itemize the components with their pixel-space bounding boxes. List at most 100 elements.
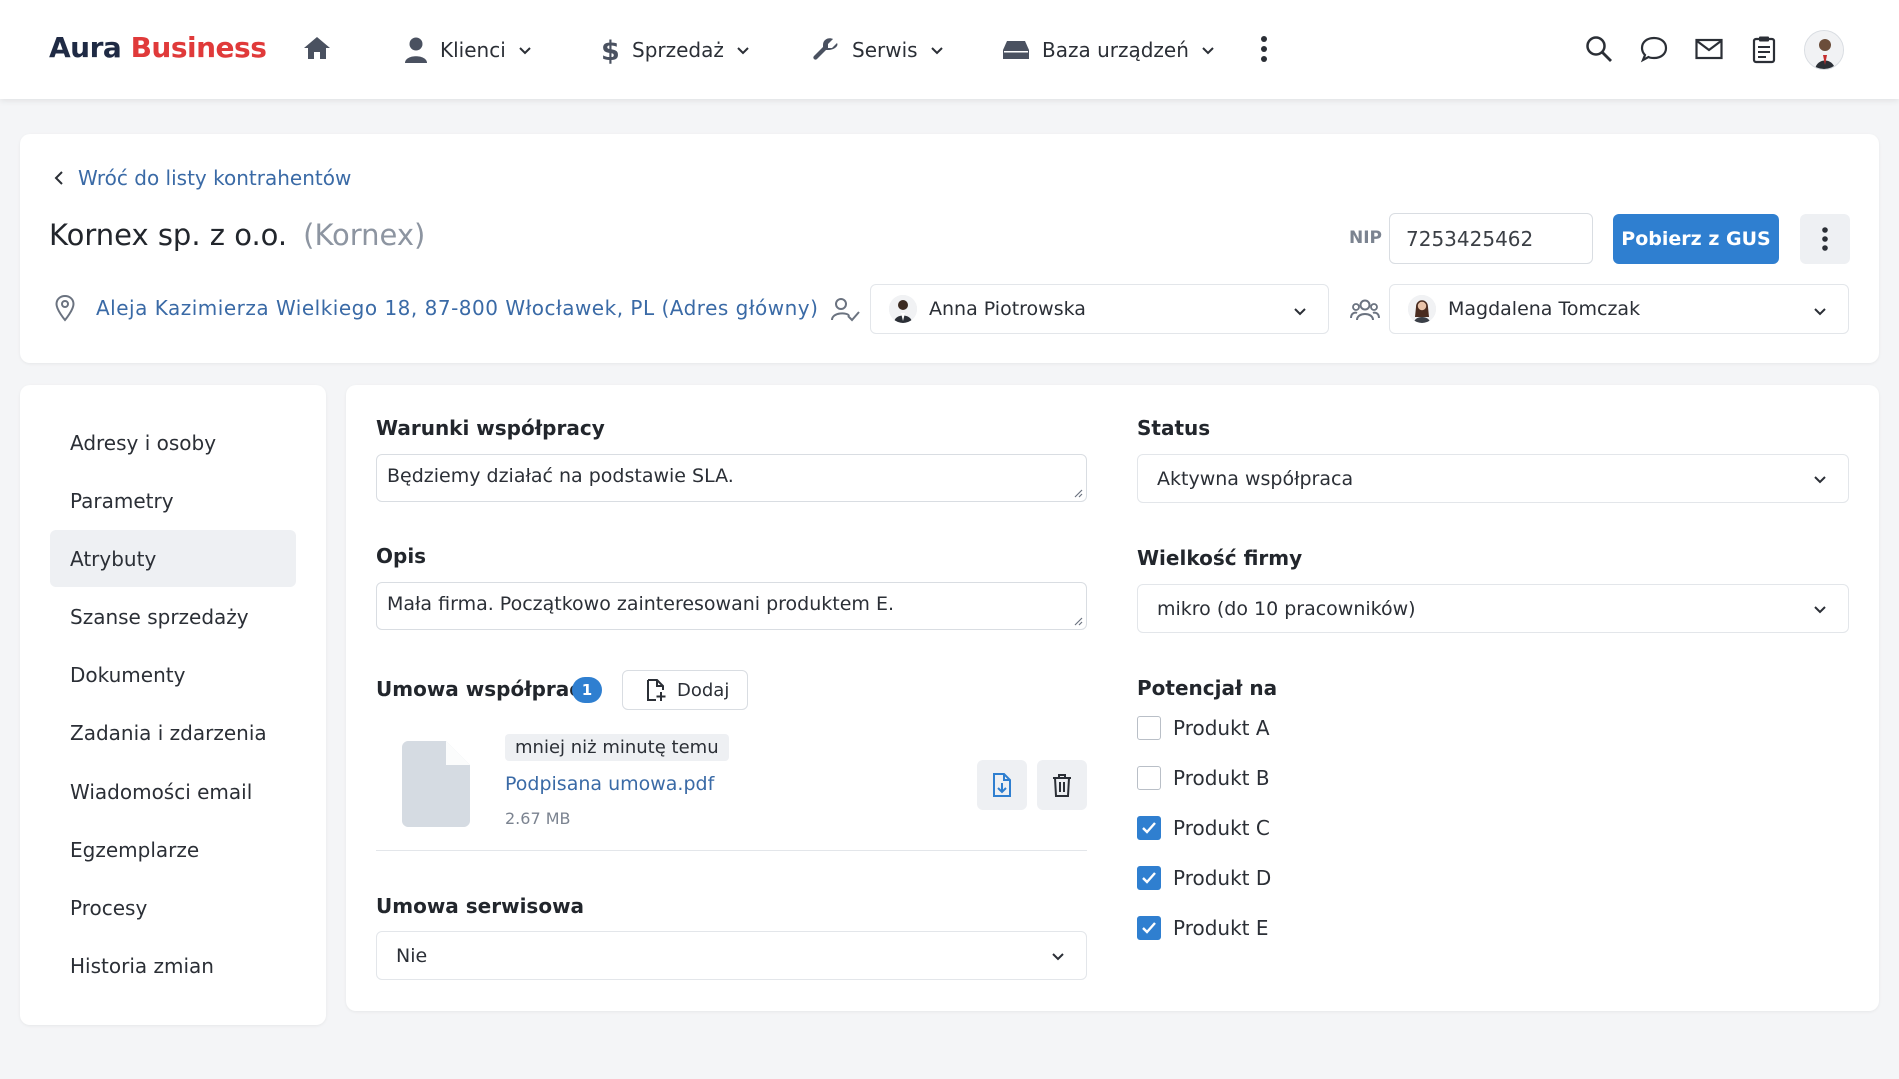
- chevron-down-icon: [518, 43, 532, 57]
- more-vertical-icon[interactable]: [1256, 34, 1272, 64]
- team-member-avatar: [1408, 295, 1436, 323]
- download-file-button[interactable]: [977, 760, 1027, 810]
- file-thumbnail-icon: [402, 741, 470, 827]
- nav-baza-urzadzen[interactable]: Baza urządzeń: [1002, 30, 1215, 70]
- checkbox[interactable]: [1137, 866, 1161, 890]
- address-text: Aleja Kazimierza Wielkiego 18, 87-800 Wł…: [96, 296, 819, 320]
- nav-klienci-label: Klienci: [440, 38, 506, 62]
- potential-product-c[interactable]: Produkt C: [1137, 816, 1270, 840]
- status-value: Aktywna współpraca: [1157, 467, 1354, 490]
- mail-icon[interactable]: [1694, 34, 1724, 64]
- dollar-icon: $: [598, 35, 620, 65]
- hard-drive-icon: [1002, 39, 1030, 61]
- checkbox-label: Produkt C: [1173, 816, 1270, 840]
- file-download-icon: [991, 772, 1013, 798]
- chat-icon[interactable]: [1639, 34, 1669, 64]
- checkbox[interactable]: [1137, 916, 1161, 940]
- company-size-value: mikro (do 10 pracowników): [1157, 597, 1416, 620]
- terms-value: Będziemy działać na podstawie SLA.: [387, 465, 734, 487]
- company-name: Kornex sp. z o.o.: [49, 218, 288, 252]
- potential-product-e[interactable]: Produkt E: [1137, 916, 1269, 940]
- add-file-button[interactable]: Dodaj: [622, 670, 749, 710]
- service-contract-value: Nie: [396, 944, 428, 967]
- file-plus-icon: [645, 678, 667, 702]
- sidebar-item-dokumenty[interactable]: Dokumenty: [50, 646, 296, 703]
- trash-icon: [1051, 773, 1073, 797]
- resize-handle-icon[interactable]: [1073, 488, 1083, 498]
- sidebar-item-szanse[interactable]: Szanse sprzedaży: [50, 588, 296, 645]
- nav-baza-label: Baza urządzeń: [1042, 38, 1189, 62]
- contract-label: Umowa współpracy: [376, 677, 595, 701]
- more-vertical-icon: [1820, 226, 1830, 252]
- checkbox-label: Produkt A: [1173, 716, 1270, 740]
- nav-serwis-label: Serwis: [852, 38, 918, 62]
- more-actions-button[interactable]: [1800, 214, 1850, 264]
- checkbox[interactable]: [1137, 716, 1161, 740]
- description-textarea[interactable]: Mała firma. Początkowo zainteresowani pr…: [376, 582, 1087, 630]
- search-icon[interactable]: [1584, 34, 1614, 64]
- sidebar-item-historia[interactable]: Historia zmian: [50, 937, 296, 994]
- home-icon[interactable]: [302, 34, 332, 62]
- potential-product-d[interactable]: Produkt D: [1137, 866, 1271, 890]
- company-size-select[interactable]: mikro (do 10 pracowników): [1137, 584, 1849, 633]
- team-member-select[interactable]: Magdalena Tomczak: [1389, 284, 1849, 334]
- resize-handle-icon[interactable]: [1073, 616, 1083, 626]
- nav-sprzedaz[interactable]: $ Sprzedaż: [598, 30, 750, 70]
- owner-select[interactable]: Anna Piotrowska: [870, 284, 1329, 334]
- file-divider: [376, 850, 1087, 851]
- checkbox-label: Produkt E: [1173, 916, 1269, 940]
- file-size: 2.67 MB: [505, 809, 571, 828]
- sidebar-item-parametry[interactable]: Parametry: [50, 472, 296, 529]
- chevron-left-icon: [54, 170, 64, 186]
- logo-text-part2: Business: [130, 31, 267, 64]
- chevron-down-icon: [1050, 948, 1066, 964]
- chevron-down-icon: [930, 43, 944, 57]
- app-logo[interactable]: Aura Business: [49, 31, 267, 64]
- team-member-name: Magdalena Tomczak: [1448, 298, 1641, 320]
- sidebar-item-egzemplarze[interactable]: Egzemplarze: [50, 821, 296, 878]
- status-select[interactable]: Aktywna współpraca: [1137, 454, 1849, 503]
- checkbox[interactable]: [1137, 816, 1161, 840]
- chevron-down-icon: [1812, 303, 1828, 319]
- delete-file-button[interactable]: [1037, 760, 1087, 810]
- checkbox[interactable]: [1137, 766, 1161, 790]
- terms-textarea[interactable]: Będziemy działać na podstawie SLA.: [376, 454, 1087, 502]
- nav-serwis[interactable]: Serwis: [812, 30, 944, 70]
- user-avatar[interactable]: [1804, 30, 1844, 70]
- location-pin-icon: [54, 294, 76, 322]
- nip-input[interactable]: 7253425462: [1389, 213, 1593, 264]
- chevron-down-icon: [1812, 471, 1828, 487]
- file-name-link[interactable]: Podpisana umowa.pdf: [505, 773, 714, 795]
- potential-product-a[interactable]: Produkt A: [1137, 716, 1270, 740]
- potential-product-b[interactable]: Produkt B: [1137, 766, 1270, 790]
- add-file-label: Dodaj: [677, 679, 730, 701]
- clipboard-icon[interactable]: [1749, 34, 1779, 64]
- sidebar-item-zadania[interactable]: Zadania i zdarzenia: [50, 704, 296, 761]
- file-upload-time: mniej niż minutę temu: [505, 734, 729, 761]
- fetch-from-gus-button[interactable]: Pobierz z GUS: [1613, 214, 1779, 264]
- logo-text-part1: Aura: [49, 31, 122, 64]
- service-contract-label: Umowa serwisowa: [376, 894, 585, 918]
- owner-avatar: [889, 295, 917, 323]
- service-contract-select[interactable]: Nie: [376, 931, 1087, 980]
- sidebar-item-procesy[interactable]: Procesy: [50, 879, 296, 936]
- sidebar-item-adresy[interactable]: Adresy i osoby: [50, 414, 296, 471]
- nip-label: NIP: [1349, 228, 1383, 248]
- sidebar-item-wiadomosci[interactable]: Wiadomości email: [50, 763, 296, 820]
- main-address-link[interactable]: Aleja Kazimierza Wielkiego 18, 87-800 Wł…: [54, 294, 818, 322]
- chevron-down-icon: [1201, 43, 1215, 57]
- chevron-down-icon: [736, 43, 750, 57]
- checkbox-label: Produkt D: [1173, 866, 1272, 890]
- svg-text:$: $: [601, 36, 620, 65]
- company-size-label: Wielkość firmy: [1137, 546, 1303, 570]
- sidebar-item-atrybuty[interactable]: Atrybuty: [50, 530, 296, 587]
- user-check-icon: [830, 296, 860, 324]
- description-label: Opis: [376, 544, 427, 568]
- back-link-label: Wróć do listy kontrahentów: [78, 166, 352, 190]
- potential-label: Potencjał na: [1137, 676, 1278, 700]
- nav-klienci[interactable]: Klienci: [404, 30, 532, 70]
- back-to-list-link[interactable]: Wróć do listy kontrahentów: [54, 166, 351, 190]
- owner-name: Anna Piotrowska: [929, 298, 1086, 320]
- description-value: Mała firma. Początkowo zainteresowani pr…: [387, 593, 895, 615]
- chevron-down-icon: [1812, 601, 1828, 617]
